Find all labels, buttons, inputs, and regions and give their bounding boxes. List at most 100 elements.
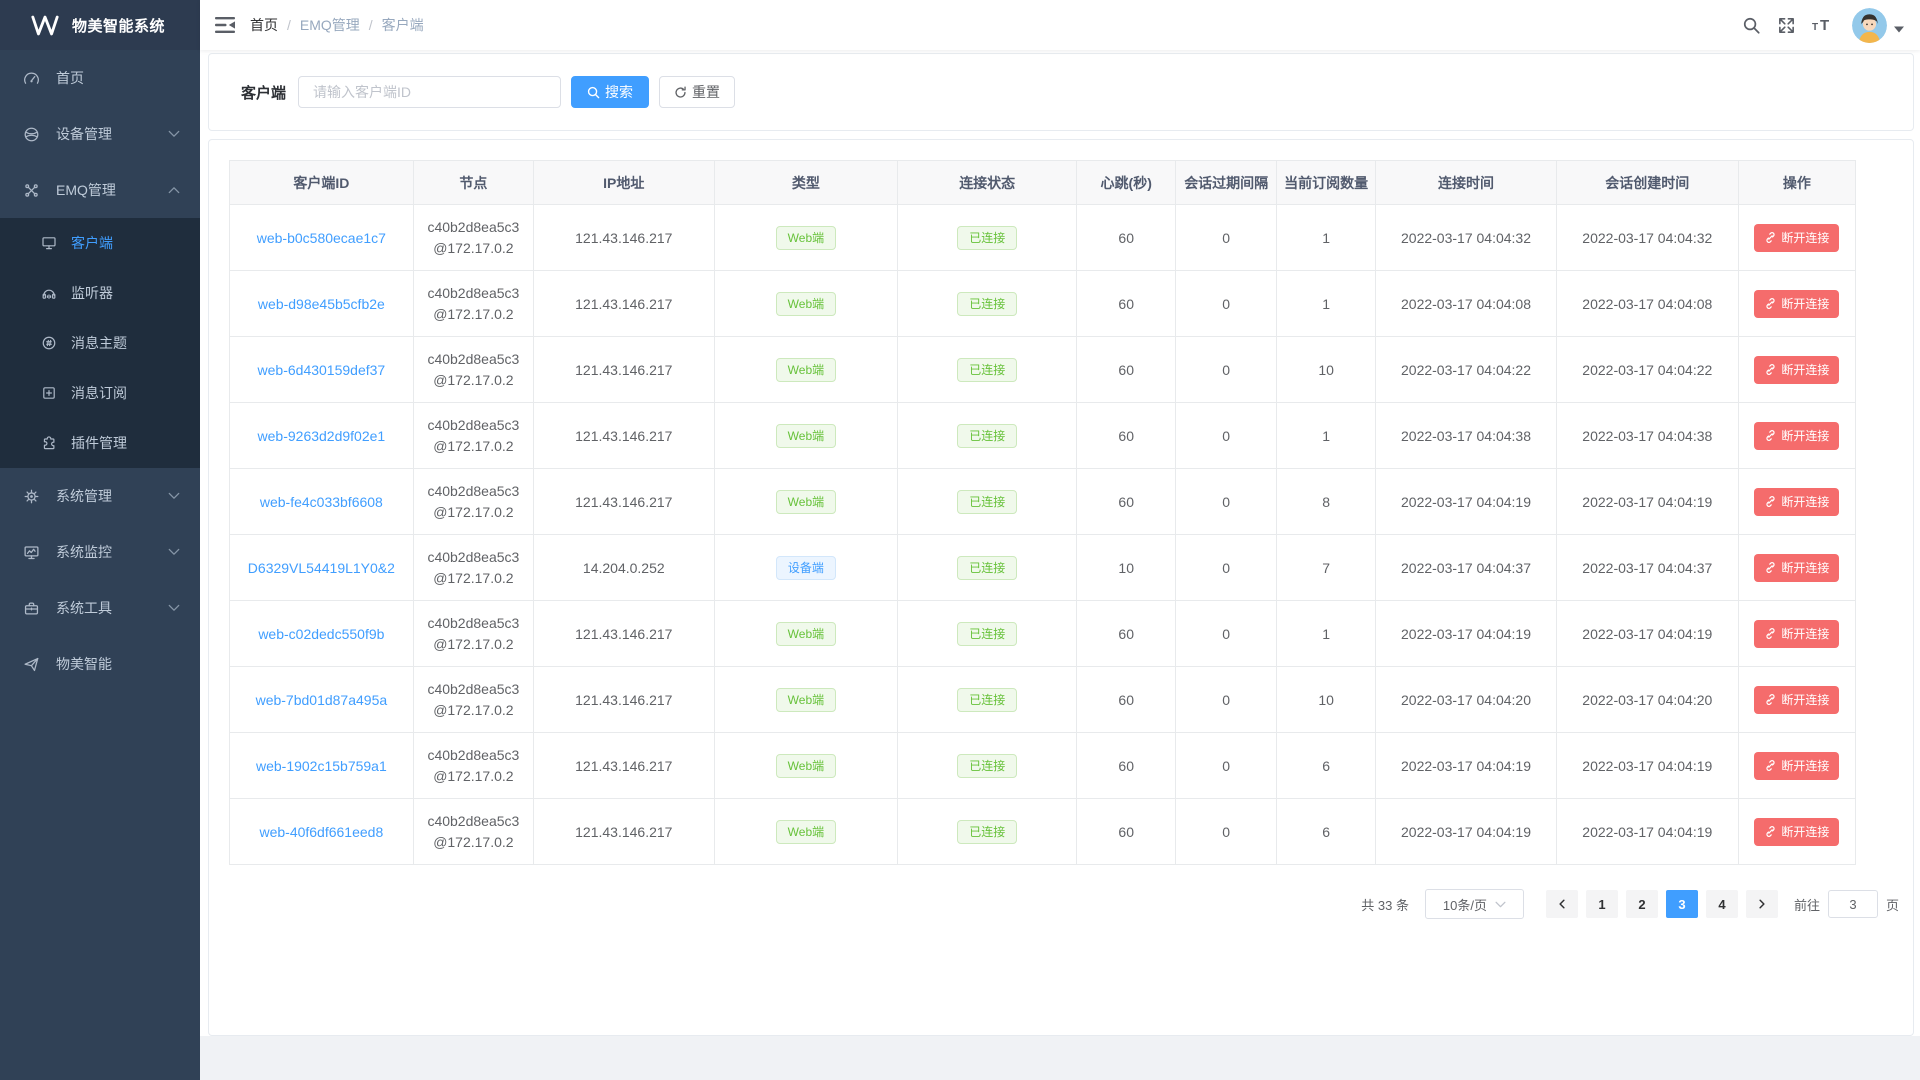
search-button[interactable]: 搜索 bbox=[571, 76, 649, 108]
session-expiry-cell: 0 bbox=[1176, 733, 1277, 799]
client-id-link[interactable]: web-40f6df661eed8 bbox=[259, 824, 383, 840]
sidebar-item-wumei-smart[interactable]: 物美智能 bbox=[0, 636, 200, 692]
breadcrumb-item: 客户端 bbox=[382, 15, 424, 35]
column-header: 类型 bbox=[714, 161, 898, 205]
font-size-icon[interactable]: TT bbox=[1804, 17, 1842, 33]
session-expiry-cell: 0 bbox=[1176, 403, 1277, 469]
action-cell: 断开连接 bbox=[1738, 337, 1855, 403]
page-button-1[interactable]: 1 bbox=[1586, 890, 1618, 918]
page-size-value: 10条/页 bbox=[1443, 895, 1487, 914]
client-id-link[interactable]: web-fe4c033bf6608 bbox=[260, 494, 383, 510]
session-create-time-cell: 2022-03-17 04:04:19 bbox=[1556, 601, 1738, 667]
page-button-3[interactable]: 3 bbox=[1666, 890, 1698, 918]
sidebar-item-listener[interactable]: 监听器 bbox=[0, 268, 200, 318]
disconnect-button[interactable]: 断开连接 bbox=[1754, 686, 1839, 714]
client-id-link[interactable]: web-d98e45b5cfb2e bbox=[258, 296, 385, 312]
status-badge: 已连接 bbox=[957, 292, 1017, 316]
disconnect-button[interactable]: 断开连接 bbox=[1754, 224, 1839, 252]
sidebar-item-home[interactable]: 首页 bbox=[0, 50, 200, 106]
sidebar-item-device-mgmt[interactable]: 设备管理 bbox=[0, 106, 200, 162]
page-button-4[interactable]: 4 bbox=[1706, 890, 1738, 918]
disconnect-icon bbox=[1764, 231, 1777, 244]
client-id-cell: web-c02dedc550f9b bbox=[230, 601, 414, 667]
client-id-link[interactable]: D6329VL54419L1Y0&2 bbox=[248, 560, 395, 576]
devices-icon bbox=[22, 126, 40, 143]
disconnect-button[interactable]: 断开连接 bbox=[1754, 818, 1839, 846]
next-page-button[interactable] bbox=[1746, 890, 1778, 918]
sidebar-item-emq-mgmt[interactable]: EMQ管理 bbox=[0, 162, 200, 218]
ip-cell: 121.43.146.217 bbox=[534, 733, 714, 799]
disconnect-button[interactable]: 断开连接 bbox=[1754, 356, 1839, 384]
page-size-select[interactable]: 10条/页 bbox=[1425, 889, 1524, 919]
type-cell: Web端 bbox=[714, 799, 898, 865]
subscriptions-cell: 8 bbox=[1277, 469, 1376, 535]
breadcrumb: 首页/EMQ管理/客户端 bbox=[250, 15, 424, 35]
prev-page-button[interactable] bbox=[1546, 890, 1578, 918]
reset-button[interactable]: 重置 bbox=[659, 76, 735, 108]
page-button-2[interactable]: 2 bbox=[1626, 890, 1658, 918]
table-header-row: 客户端ID节点IP地址类型连接状态心跳(秒)会话过期间隔当前订阅数量连接时间会话… bbox=[230, 161, 1856, 205]
status-cell: 已连接 bbox=[898, 667, 1077, 733]
listener-icon bbox=[40, 285, 58, 301]
client-id-link[interactable]: web-1902c15b759a1 bbox=[256, 758, 387, 774]
client-id-cell: web-40f6df661eed8 bbox=[230, 799, 414, 865]
dashboard-icon bbox=[22, 70, 40, 87]
disconnect-button[interactable]: 断开连接 bbox=[1754, 290, 1839, 318]
chevron-down-icon bbox=[1495, 901, 1506, 908]
disconnect-button[interactable]: 断开连接 bbox=[1754, 752, 1839, 780]
disconnect-button-label: 断开连接 bbox=[1781, 559, 1829, 576]
page-content: 客户端 搜索 重置 客户端ID节点IP地址类型连接状态心跳(秒)会话过期间隔当前… bbox=[200, 50, 1920, 1036]
client-id-link[interactable]: web-b0c580ecae1c7 bbox=[257, 230, 386, 246]
user-menu[interactable] bbox=[1852, 8, 1904, 43]
disconnect-button[interactable]: 断开连接 bbox=[1754, 620, 1839, 648]
top-navbar: 首页/EMQ管理/客户端 TT bbox=[200, 0, 1920, 50]
sidebar-item-label: 系统监控 bbox=[56, 542, 112, 562]
disconnect-icon bbox=[1764, 759, 1777, 772]
goto-suffix: 页 bbox=[1886, 895, 1899, 914]
session-create-time-cell: 2022-03-17 04:04:37 bbox=[1556, 535, 1738, 601]
search-icon[interactable] bbox=[1734, 16, 1769, 35]
breadcrumb-item[interactable]: 首页 bbox=[250, 15, 278, 35]
table-row: web-1902c15b759a1c40b2d8ea5c3@172.17.0.2… bbox=[230, 733, 1856, 799]
client-id-input[interactable] bbox=[298, 76, 561, 108]
session-create-time-cell: 2022-03-17 04:04:19 bbox=[1556, 799, 1738, 865]
connect-time-cell: 2022-03-17 04:04:38 bbox=[1376, 403, 1556, 469]
column-header: IP地址 bbox=[534, 161, 714, 205]
status-badge: 已连接 bbox=[957, 556, 1017, 580]
disconnect-button-label: 断开连接 bbox=[1781, 691, 1829, 708]
status-badge: 已连接 bbox=[957, 754, 1017, 778]
sidebar-item-system-monitor[interactable]: 系统监控 bbox=[0, 524, 200, 580]
sidebar-item-subscription[interactable]: 消息订阅 bbox=[0, 368, 200, 418]
sidebar-item-topic[interactable]: 消息主题 bbox=[0, 318, 200, 368]
sidebar-item-label: 设备管理 bbox=[56, 124, 112, 144]
svg-text:T: T bbox=[1812, 22, 1818, 33]
disconnect-button[interactable]: 断开连接 bbox=[1754, 488, 1839, 516]
logo[interactable]: 物美智能系统 bbox=[0, 0, 200, 50]
sidebar-item-client[interactable]: 客户端 bbox=[0, 218, 200, 268]
search-icon bbox=[587, 86, 600, 99]
type-cell: Web端 bbox=[714, 205, 898, 271]
client-id-link[interactable]: web-9263d2d9f02e1 bbox=[258, 428, 386, 444]
client-id-link[interactable]: web-6d430159def37 bbox=[258, 362, 386, 378]
client-id-link[interactable]: web-c02dedc550f9b bbox=[258, 626, 384, 642]
goto-page-input[interactable] bbox=[1828, 890, 1878, 918]
disconnect-button[interactable]: 断开连接 bbox=[1754, 554, 1839, 582]
connect-time-cell: 2022-03-17 04:04:19 bbox=[1376, 601, 1556, 667]
breadcrumb-item[interactable]: EMQ管理 bbox=[300, 15, 360, 35]
node-name: c40b2d8ea5c3 bbox=[418, 745, 529, 766]
type-cell: Web端 bbox=[714, 337, 898, 403]
disconnect-button[interactable]: 断开连接 bbox=[1754, 422, 1839, 450]
heartbeat-cell: 60 bbox=[1077, 205, 1176, 271]
status-cell: 已连接 bbox=[898, 535, 1077, 601]
node-address: @172.17.0.2 bbox=[418, 238, 529, 259]
sidebar-item-plugin[interactable]: 插件管理 bbox=[0, 418, 200, 468]
sidebar-menu: 首页设备管理 EMQ管理客户端监听器消息主题消息订阅插件管理系统管理系统监控系统工… bbox=[0, 50, 200, 692]
client-id-link[interactable]: web-7bd01d87a495a bbox=[256, 692, 388, 708]
hamburger-fold-icon[interactable] bbox=[200, 0, 250, 50]
node-cell: c40b2d8ea5c3@172.17.0.2 bbox=[413, 403, 533, 469]
node-address: @172.17.0.2 bbox=[418, 502, 529, 523]
fullscreen-icon[interactable] bbox=[1769, 16, 1804, 35]
sidebar-item-system-tools[interactable]: 系统工具 bbox=[0, 580, 200, 636]
sidebar-item-system-mgmt[interactable]: 系统管理 bbox=[0, 468, 200, 524]
heartbeat-cell: 60 bbox=[1077, 601, 1176, 667]
